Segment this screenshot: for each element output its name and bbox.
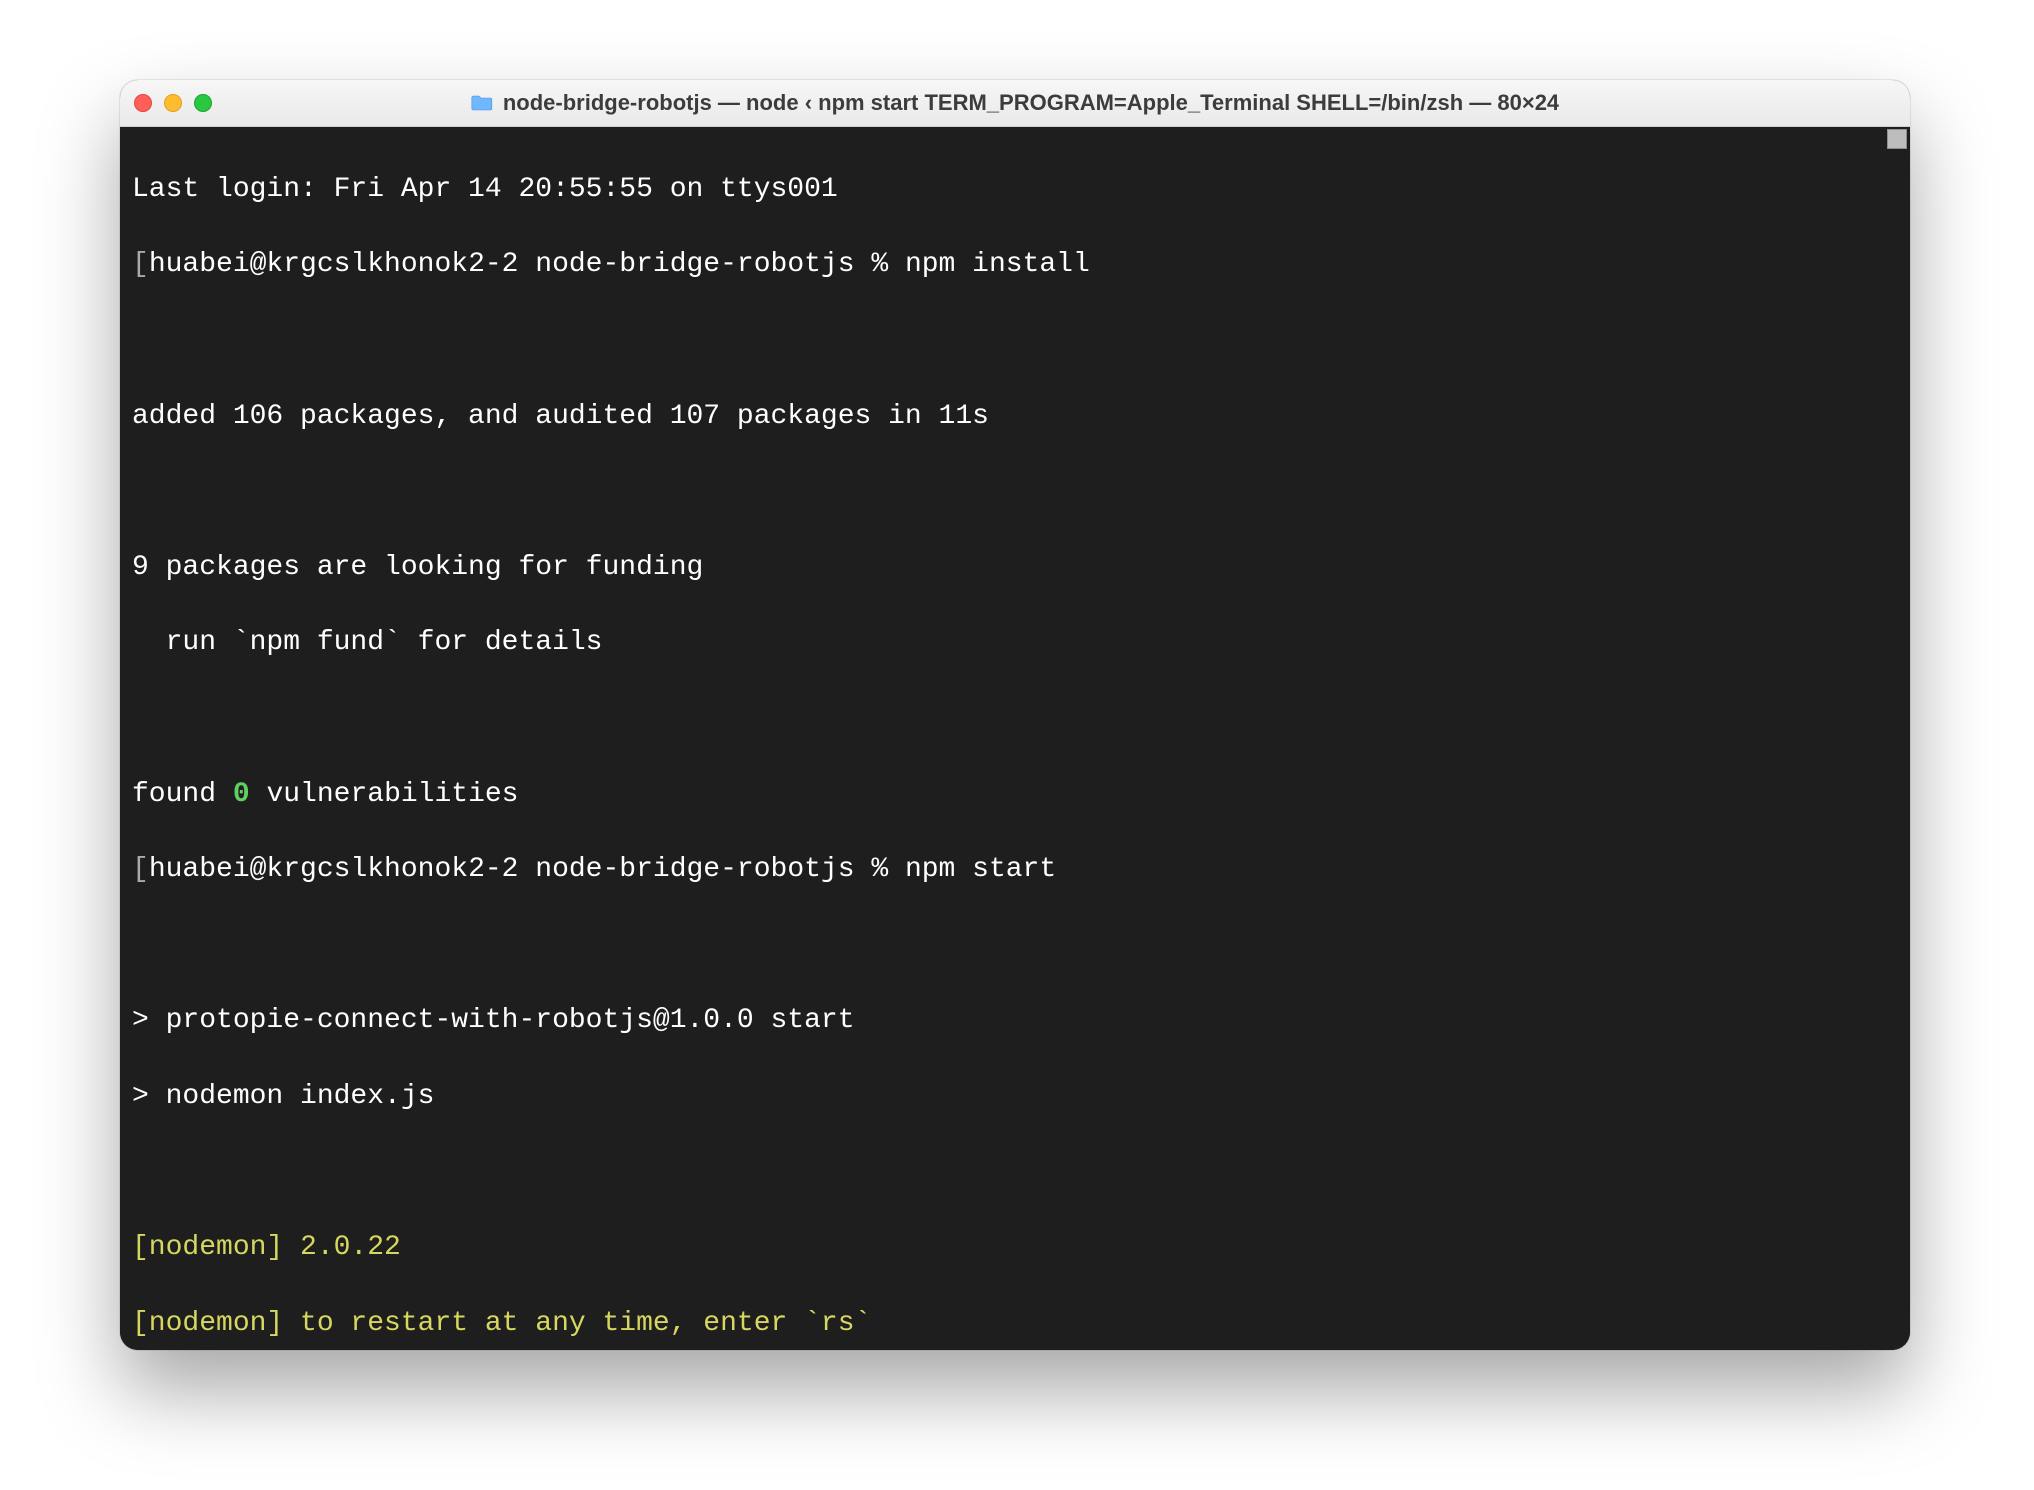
vuln-prefix: found — [132, 779, 233, 810]
close-button[interactable] — [134, 94, 152, 112]
line-nodemon-version: [nodemon] 2.0.22 — [132, 1229, 1898, 1267]
prompt-2-cmd: npm start — [905, 854, 1056, 885]
line-vulnerabilities: found 0 vulnerabilities — [132, 776, 1898, 814]
traffic-lights — [134, 94, 212, 112]
line-funding-2: run `npm fund` for details — [132, 624, 1898, 662]
vuln-count: 0 — [233, 779, 250, 810]
prompt-1-cmd: npm install — [905, 249, 1090, 280]
line-install-added: added 106 packages, and audited 107 pack… — [132, 398, 1898, 436]
line-last-login: Last login: Fri Apr 14 20:55:55 on ttys0… — [132, 171, 1898, 209]
blank-line — [132, 322, 1898, 360]
line-funding-1: 9 packages are looking for funding — [132, 549, 1898, 587]
terminal-output: Last login: Fri Apr 14 20:55:55 on ttys0… — [120, 127, 1910, 1350]
minimize-button[interactable] — [164, 94, 182, 112]
terminal-body[interactable]: Last login: Fri Apr 14 20:55:55 on ttys0… — [120, 127, 1910, 1350]
blank-line — [132, 700, 1898, 738]
zoom-button[interactable] — [194, 94, 212, 112]
terminal-window: node-bridge-robotjs — node ‹ npm start T… — [120, 80, 1910, 1350]
blank-line — [132, 927, 1898, 965]
stage: node-bridge-robotjs — node ‹ npm start T… — [0, 0, 2034, 1490]
scroll-indicator[interactable] — [1887, 129, 1907, 149]
line-nodemon-restart: [nodemon] to restart at any time, enter … — [132, 1305, 1898, 1343]
window-title: node-bridge-robotjs — node ‹ npm start T… — [503, 90, 1559, 116]
prompt-1-user: huabei@krgcslkhonok2-2 node-bridge-robot… — [149, 249, 905, 280]
prompt-2-user: huabei@krgcslkhonok2-2 node-bridge-robot… — [149, 854, 905, 885]
window-title-wrap: node-bridge-robotjs — node ‹ npm start T… — [471, 90, 1559, 116]
vuln-suffix: vulnerabilities — [250, 779, 519, 810]
scrollbar-track[interactable] — [1886, 127, 1910, 1350]
blank-line — [132, 1154, 1898, 1192]
line-prompt-1: [huabei@krgcslkhonok2-2 node-bridge-robo… — [132, 246, 1898, 284]
line-prompt-2: [huabei@krgcslkhonok2-2 node-bridge-robo… — [132, 851, 1898, 889]
titlebar: node-bridge-robotjs — node ‹ npm start T… — [120, 80, 1910, 127]
line-script-1: > protopie-connect-with-robotjs@1.0.0 st… — [132, 1002, 1898, 1040]
blank-line — [132, 473, 1898, 511]
folder-icon — [471, 94, 493, 112]
line-script-2: > nodemon index.js — [132, 1078, 1898, 1116]
